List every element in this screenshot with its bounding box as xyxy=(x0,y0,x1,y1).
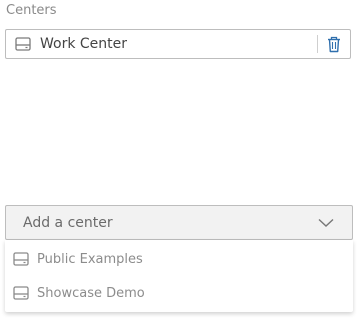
add-center-placeholder: Add a center xyxy=(23,214,113,231)
drive-icon xyxy=(13,286,29,300)
drive-icon xyxy=(13,252,29,266)
center-item-work-center[interactable]: Work Center xyxy=(5,29,351,59)
add-center-select[interactable]: Add a center xyxy=(5,205,353,240)
dropdown-option-showcase-demo[interactable]: Showcase Demo xyxy=(5,276,353,310)
trash-icon[interactable] xyxy=(326,35,342,53)
divider xyxy=(317,35,318,53)
section-title: Centers xyxy=(6,3,57,18)
chevron-down-icon xyxy=(317,217,335,229)
drive-icon xyxy=(15,37,31,51)
add-center-dropdown: Public Examples Showcase Demo xyxy=(5,240,353,312)
centers-panel: Centers Work Center Add a center Public … xyxy=(0,0,363,318)
center-item-label: Work Center xyxy=(40,36,128,52)
dropdown-option-public-examples[interactable]: Public Examples xyxy=(5,242,353,276)
dropdown-option-label: Showcase Demo xyxy=(37,285,145,301)
dropdown-option-label: Public Examples xyxy=(37,251,143,267)
